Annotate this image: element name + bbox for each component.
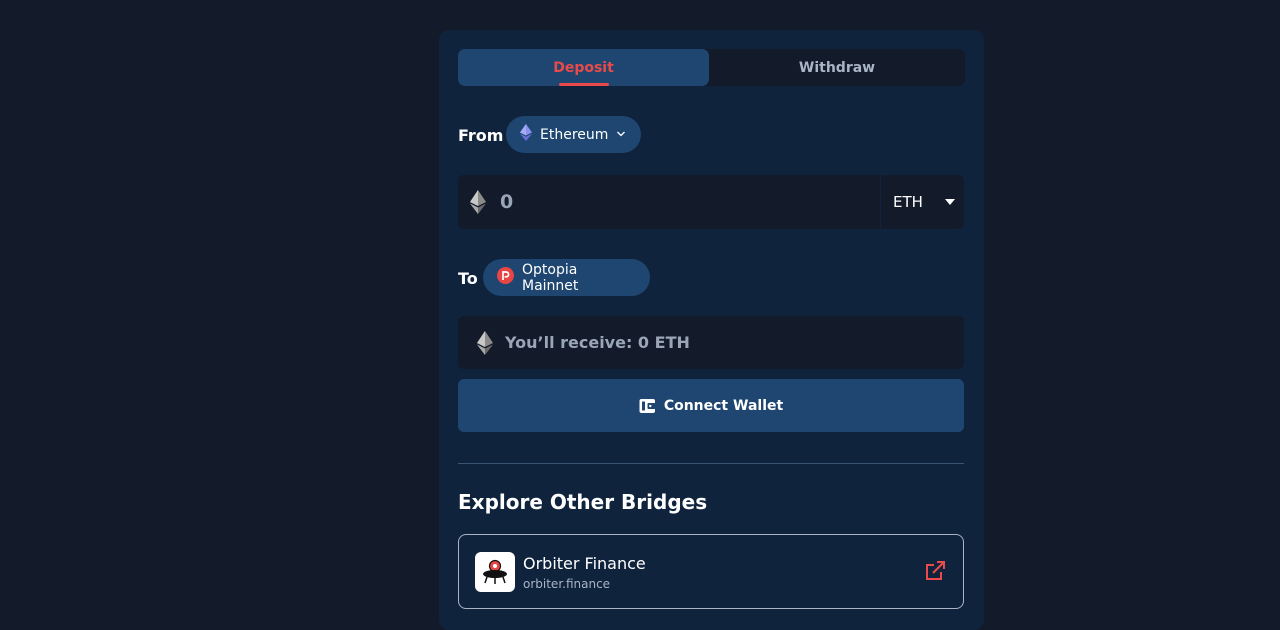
receive-amount-text: You’ll receive: 0 ETH: [505, 333, 690, 352]
divider: [458, 463, 964, 464]
from-label: From: [458, 126, 504, 145]
external-link-icon[interactable]: [924, 560, 946, 582]
optopia-icon: [497, 267, 514, 288]
tab-withdraw[interactable]: Withdraw: [709, 49, 965, 86]
token-select-label: ETH: [893, 193, 923, 211]
explore-bridges-title: Explore Other Bridges: [458, 490, 708, 514]
bridge-panel: Deposit Withdraw From Ethereum 0 ETH To …: [439, 30, 984, 630]
bridge-url: orbiter.finance: [523, 577, 611, 591]
from-network-label: Ethereum: [540, 126, 609, 143]
from-network-select[interactable]: Ethereum: [506, 116, 641, 153]
tab-deposit-label: Deposit: [553, 59, 614, 76]
token-select[interactable]: ETH: [880, 175, 964, 229]
bridge-card-orbiter[interactable]: Orbiter Finance orbiter.finance: [458, 534, 964, 609]
wallet-icon: [639, 398, 656, 414]
to-network-chip[interactable]: Optopia Mainnet: [483, 259, 650, 296]
active-tab-indicator: [558, 83, 609, 86]
tab-deposit[interactable]: Deposit: [458, 49, 709, 86]
tab-withdraw-label: Withdraw: [798, 59, 876, 76]
amount-field-container: ETH: [458, 175, 964, 229]
caret-down-icon: [944, 199, 955, 205]
bridge-name: Orbiter Finance: [523, 554, 646, 573]
connect-wallet-button[interactable]: Connect Wallet: [458, 379, 964, 432]
orbiter-logo-icon: [475, 552, 515, 592]
eth-icon: [470, 190, 486, 214]
connect-wallet-label: Connect Wallet: [663, 397, 784, 414]
chevron-down-icon: [616, 127, 626, 143]
amount-input[interactable]: [498, 190, 862, 214]
tab-bar: Deposit Withdraw: [458, 49, 965, 86]
to-network-label: Optopia Mainnet: [522, 261, 579, 294]
eth-icon: [477, 330, 493, 355]
to-label: To: [458, 269, 478, 288]
ethereum-icon: [520, 124, 532, 145]
receive-summary: You’ll receive: 0 ETH: [458, 316, 964, 369]
